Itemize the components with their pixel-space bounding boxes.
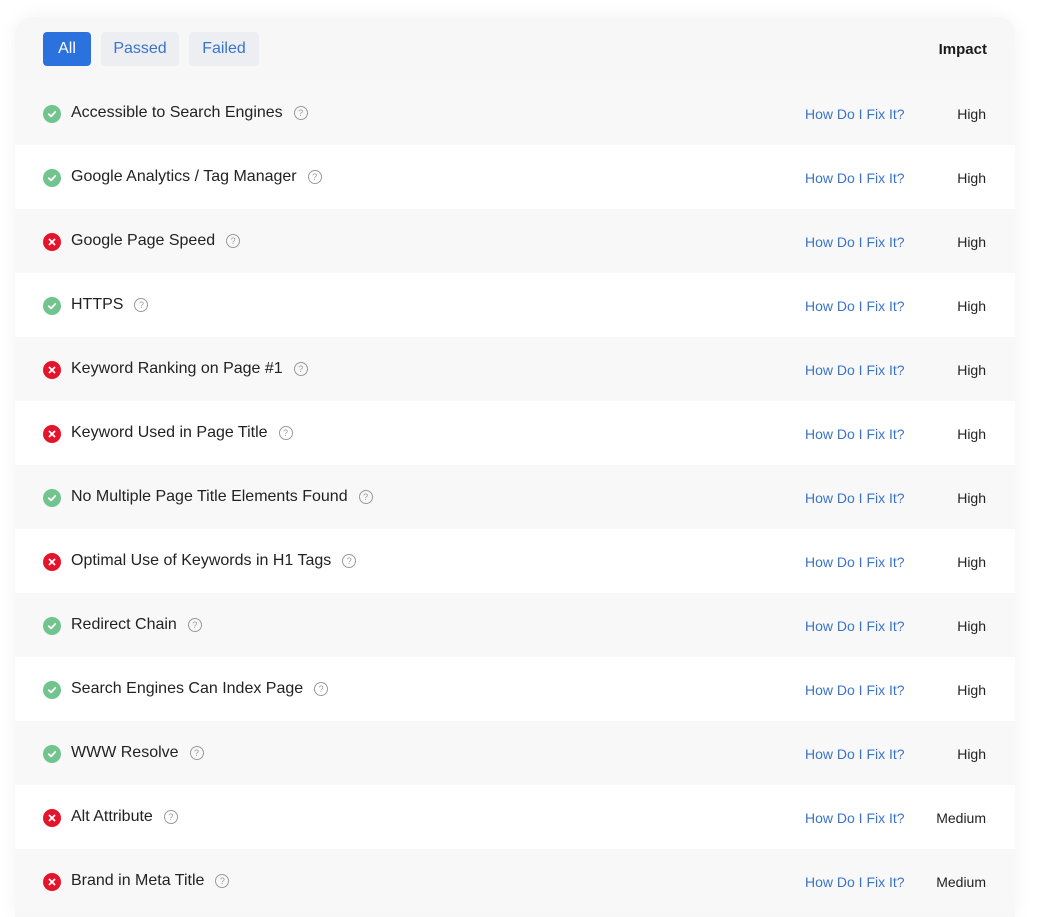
- check-circle-icon: [43, 105, 61, 123]
- check-circle-icon: [43, 489, 61, 507]
- check-row: Redirect Chain? How Do I Fix It? High: [15, 593, 1015, 657]
- filter-all-button[interactable]: All: [43, 32, 91, 66]
- check-row: HTTPS? How Do I Fix It? High: [15, 273, 1015, 337]
- question-circle-icon[interactable]: ?: [189, 746, 204, 760]
- impact-value: High: [957, 362, 986, 378]
- question-circle-icon[interactable]: ?: [187, 618, 202, 632]
- how-to-fix-link[interactable]: How Do I Fix It?: [805, 298, 905, 314]
- check-row: Google Page Speed? How Do I Fix It? High: [15, 209, 1015, 273]
- how-to-fix-link[interactable]: How Do I Fix It?: [805, 810, 905, 826]
- impact-value: High: [957, 682, 986, 698]
- check-name-label: Search Engines Can Index Page: [71, 680, 304, 697]
- check-name: Redirect Chain?: [71, 616, 202, 634]
- check-row: Accessible to Search Engines? How Do I Fi…: [15, 81, 1015, 145]
- impact-value: High: [957, 426, 986, 442]
- impact-value: High: [957, 234, 986, 250]
- check-name: Optimal Use of Keywords in H1 Tags?: [71, 552, 357, 570]
- check-name-label: Google Page Speed: [71, 232, 216, 249]
- filter-bar: All Passed Failed Impact: [15, 17, 1015, 81]
- check-name: Google Analytics / Tag Manager?: [71, 168, 322, 186]
- x-circle-icon: [43, 361, 61, 379]
- question-circle-icon[interactable]: ?: [342, 554, 357, 568]
- check-name: WWW Resolve?: [71, 744, 204, 762]
- check-row: Brand in Meta Title? How Do I Fix It? Medi…: [15, 849, 1015, 913]
- check-name: Accessible to Search Engines?: [71, 104, 308, 122]
- impact-column-header: Impact: [938, 41, 987, 58]
- filter-failed-button[interactable]: Failed: [189, 32, 259, 66]
- check-name: No Multiple Page Title Elements Found?: [71, 488, 373, 506]
- check-row: Optimal Use of Keywords in H1 Tags? How D…: [15, 529, 1015, 593]
- seo-checks-panel: All Passed Failed Impact Accessible to S…: [15, 17, 1015, 917]
- how-to-fix-link[interactable]: How Do I Fix It?: [805, 234, 905, 250]
- question-circle-icon[interactable]: ?: [134, 298, 149, 312]
- check-row: Search Engines Can Index Page? How Do I F…: [15, 657, 1015, 721]
- impact-value: Medium: [936, 874, 986, 890]
- question-circle-icon[interactable]: ?: [358, 490, 373, 504]
- question-circle-icon[interactable]: ?: [278, 426, 293, 440]
- checks-list: Accessible to Search Engines? How Do I Fi…: [15, 81, 1015, 913]
- check-name: HTTPS?: [71, 296, 149, 314]
- check-name-label: Brand in Meta Title: [71, 872, 205, 889]
- x-circle-icon: [43, 425, 61, 443]
- how-to-fix-link[interactable]: How Do I Fix It?: [805, 106, 905, 122]
- how-to-fix-link[interactable]: How Do I Fix It?: [805, 874, 905, 890]
- check-name-label: HTTPS: [71, 296, 124, 313]
- check-name-label: WWW Resolve: [71, 744, 179, 761]
- impact-value: High: [957, 170, 986, 186]
- check-circle-icon: [43, 617, 61, 635]
- question-circle-icon[interactable]: ?: [226, 234, 241, 248]
- check-name-label: Optimal Use of Keywords in H1 Tags: [71, 552, 332, 569]
- check-name-label: Google Analytics / Tag Manager: [71, 168, 297, 185]
- impact-value: High: [957, 554, 986, 570]
- x-circle-icon: [43, 873, 61, 891]
- how-to-fix-link[interactable]: How Do I Fix It?: [805, 746, 905, 762]
- how-to-fix-link[interactable]: How Do I Fix It?: [805, 362, 905, 378]
- check-row: No Multiple Page Title Elements Found? Ho…: [15, 465, 1015, 529]
- check-name-label: Keyword Ranking on Page #1: [71, 360, 283, 377]
- impact-value: High: [957, 106, 986, 122]
- check-name: Keyword Used in Page Title?: [71, 424, 293, 442]
- x-circle-icon: [43, 809, 61, 827]
- check-row: Keyword Used in Page Title? How Do I Fix …: [15, 401, 1015, 465]
- check-name-label: Alt Attribute: [71, 808, 153, 825]
- impact-value: High: [957, 746, 986, 762]
- how-to-fix-link[interactable]: How Do I Fix It?: [805, 682, 905, 698]
- x-circle-icon: [43, 553, 61, 571]
- check-name: Search Engines Can Index Page?: [71, 680, 329, 698]
- check-row: WWW Resolve? How Do I Fix It? High: [15, 721, 1015, 785]
- check-row: Alt Attribute? How Do I Fix It? Medium: [15, 785, 1015, 849]
- check-circle-icon: [43, 681, 61, 699]
- filter-passed-button[interactable]: Passed: [101, 32, 179, 66]
- impact-value: High: [957, 618, 986, 634]
- check-name-label: Keyword Used in Page Title: [71, 424, 268, 441]
- question-circle-icon[interactable]: ?: [215, 874, 230, 888]
- check-circle-icon: [43, 745, 61, 763]
- impact-value: High: [957, 490, 986, 506]
- question-circle-icon[interactable]: ?: [307, 170, 322, 184]
- how-to-fix-link[interactable]: How Do I Fix It?: [805, 618, 905, 634]
- check-name: Brand in Meta Title?: [71, 872, 230, 890]
- question-circle-icon[interactable]: ?: [293, 106, 308, 120]
- impact-value: High: [957, 298, 986, 314]
- how-to-fix-link[interactable]: How Do I Fix It?: [805, 490, 905, 506]
- x-circle-icon: [43, 233, 61, 251]
- check-row: Keyword Ranking on Page #1? How Do I Fix …: [15, 337, 1015, 401]
- check-name: Google Page Speed?: [71, 232, 241, 250]
- how-to-fix-link[interactable]: How Do I Fix It?: [805, 426, 905, 442]
- question-circle-icon[interactable]: ?: [293, 362, 308, 376]
- check-name-label: Redirect Chain: [71, 616, 177, 633]
- how-to-fix-link[interactable]: How Do I Fix It?: [805, 554, 905, 570]
- impact-value: Medium: [936, 810, 986, 826]
- question-circle-icon[interactable]: ?: [314, 682, 329, 696]
- check-name-label: Accessible to Search Engines: [71, 104, 283, 121]
- check-circle-icon: [43, 169, 61, 187]
- question-circle-icon[interactable]: ?: [163, 810, 178, 824]
- how-to-fix-link[interactable]: How Do I Fix It?: [805, 170, 905, 186]
- check-name: Alt Attribute?: [71, 808, 178, 826]
- check-name-label: No Multiple Page Title Elements Found: [71, 488, 348, 505]
- check-circle-icon: [43, 297, 61, 315]
- check-row: Google Analytics / Tag Manager? How Do I …: [15, 145, 1015, 209]
- check-name: Keyword Ranking on Page #1?: [71, 360, 308, 378]
